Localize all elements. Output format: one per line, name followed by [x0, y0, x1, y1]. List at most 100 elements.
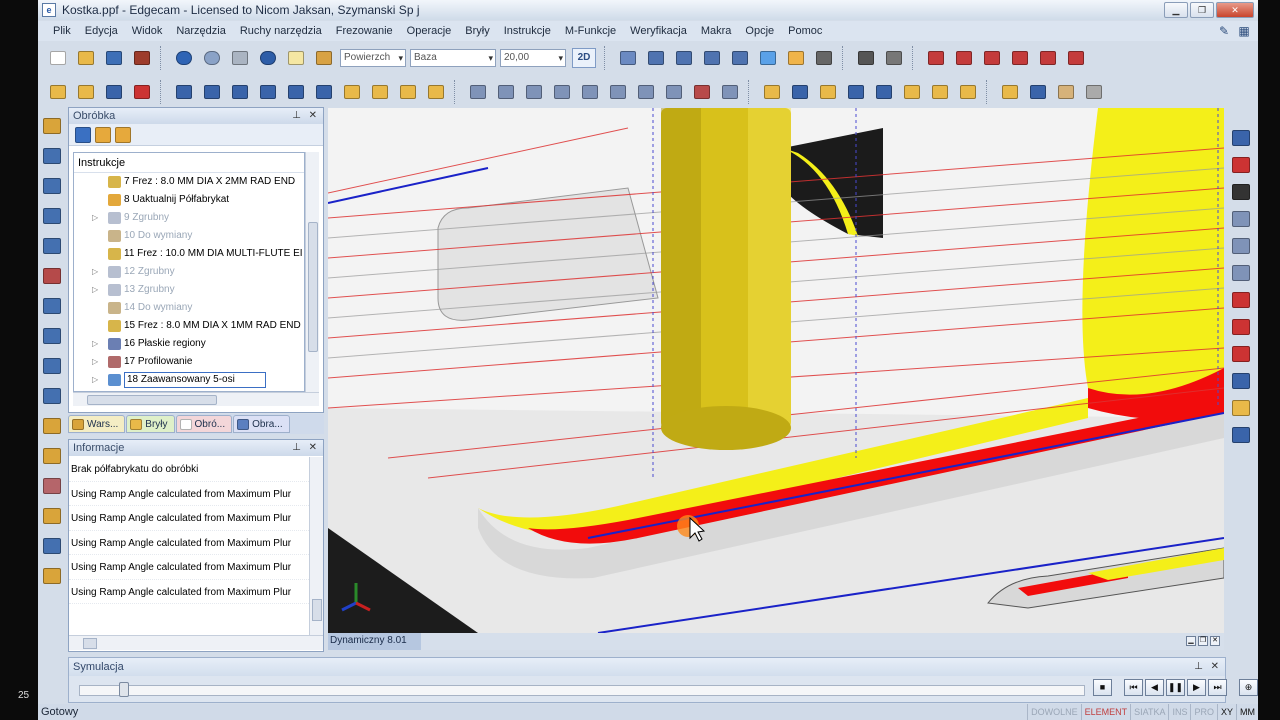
menu-weryfikacja[interactable]: Weryfikacja [623, 25, 694, 37]
menu-pomoc[interactable]: Pomoc [781, 25, 829, 37]
tree-row[interactable]: 11 Frez : 10.0 MM DIA MULTI-FLUTE EI [74, 245, 304, 263]
rotate-button[interactable] [229, 81, 251, 103]
simulation-slider[interactable] [79, 685, 1085, 696]
measure-button[interactable] [313, 47, 335, 69]
save-as-button[interactable] [131, 47, 153, 69]
grid-snap-button[interactable] [673, 47, 695, 69]
menu-edycja[interactable]: Edycja [78, 25, 125, 37]
tool-3-button[interactable] [1055, 81, 1077, 103]
close-button[interactable]: ✕ [1216, 2, 1254, 18]
value-combo[interactable]: 20,00 [500, 49, 566, 67]
vtool-16-button[interactable] [41, 568, 63, 590]
cycle-4-button[interactable] [845, 81, 867, 103]
tree-row[interactable]: 8 Uaktualnij Półfabrykat [74, 191, 304, 209]
menu-makra[interactable]: Makra [694, 25, 739, 37]
menu-m-funkcje[interactable]: M-Funkcje [558, 25, 623, 37]
pan-button[interactable] [701, 47, 723, 69]
expand-icon[interactable]: ▷ [92, 353, 98, 371]
rtool-4-button[interactable] [1230, 211, 1252, 233]
ucs-5-button[interactable] [1037, 47, 1059, 69]
step-forward-button[interactable]: ▶ [1187, 679, 1206, 696]
tree-row[interactable]: ▷ 16 Płaskie regiony [74, 335, 304, 353]
expand-icon[interactable]: ▷ [92, 335, 98, 353]
tree-vertical-scrollbar[interactable] [305, 152, 319, 392]
solid-feature-2-button[interactable] [369, 81, 391, 103]
cycle-5-button[interactable] [873, 81, 895, 103]
expand-icon[interactable]: ▷ [92, 371, 98, 389]
rtool-8-button[interactable] [1230, 319, 1252, 341]
view-close-button[interactable]: ✕ [1210, 636, 1220, 646]
close-icon[interactable]: ✕ [309, 108, 317, 124]
surface-3-button[interactable] [523, 81, 545, 103]
vtool-13-button[interactable] [41, 478, 63, 500]
tool-4-button[interactable] [1083, 81, 1105, 103]
tree-horizontal-scrollbar[interactable] [73, 392, 319, 406]
tool-button[interactable] [999, 81, 1021, 103]
cycle-8-button[interactable] [957, 81, 979, 103]
redo-button[interactable] [201, 47, 223, 69]
origin-button[interactable] [883, 47, 905, 69]
close-icon[interactable]: ✕ [309, 440, 317, 456]
rtool-5-button[interactable] [1230, 238, 1252, 260]
menu-ruchy-narzedzia[interactable]: Ruchy narzędzia [233, 25, 329, 37]
stop-button[interactable]: ■ [1093, 679, 1112, 696]
pin-icon[interactable]: ⊥ [1194, 658, 1203, 676]
undo-button[interactable] [173, 47, 195, 69]
delete-button[interactable] [229, 47, 251, 69]
solid-feature-button[interactable] [341, 81, 363, 103]
rtool-11-button[interactable] [1230, 400, 1252, 422]
vtool-6-button[interactable] [41, 268, 63, 290]
tree-row[interactable]: 7 Frez : 8.0 MM DIA X 2MM RAD END [74, 173, 304, 191]
info-button[interactable] [257, 47, 279, 69]
vtool-1-button[interactable] [41, 118, 63, 140]
info-horizontal-scrollbar[interactable] [69, 635, 323, 650]
tree-row[interactable]: ▷ 17 Profilowanie [74, 353, 304, 371]
view-2d-button[interactable]: 2D [572, 48, 596, 68]
shaded-view-button[interactable] [757, 47, 779, 69]
cycle-3-button[interactable] [817, 81, 839, 103]
refresh-icon[interactable] [75, 126, 91, 143]
menu-frezowanie[interactable]: Frezowanie [329, 25, 400, 37]
tree-row[interactable]: ▷ 13 Zgrubny [74, 281, 304, 299]
arc-button[interactable] [103, 81, 125, 103]
zoom-button[interactable] [729, 47, 751, 69]
tree-row[interactable]: ▷ 9 Zgrubny [74, 209, 304, 227]
mirror-button[interactable] [257, 81, 279, 103]
fast-forward-button[interactable]: ⏭ [1208, 679, 1227, 696]
solid-feature-4-button[interactable] [425, 81, 447, 103]
rewind-button[interactable]: ⏮ [1124, 679, 1143, 696]
close-icon[interactable]: ✕ [1211, 658, 1219, 676]
cycle-button[interactable] [761, 81, 783, 103]
surface-8-button[interactable] [663, 81, 685, 103]
tab-warstwy[interactable]: Wars... [68, 415, 126, 433]
menu-operacje[interactable]: Operacje [400, 25, 459, 37]
vtool-7-button[interactable] [41, 298, 63, 320]
menu-widok[interactable]: Widok [125, 25, 170, 37]
tree-row[interactable]: 10 Do wymiany [74, 227, 304, 245]
scale-button[interactable] [285, 81, 307, 103]
grid-icon[interactable]: ▦ [1236, 23, 1252, 39]
surface-5-button[interactable] [579, 81, 601, 103]
ucs-3-button[interactable] [981, 47, 1003, 69]
tree-row[interactable]: 15 Frez : 8.0 MM DIA X 1MM RAD END [74, 317, 304, 335]
select-button[interactable] [617, 47, 639, 69]
line-button[interactable] [75, 81, 97, 103]
vtool-14-button[interactable] [41, 508, 63, 530]
menu-opcje[interactable]: Opcje [738, 25, 781, 37]
menu-narzedzia[interactable]: Narzędzia [169, 25, 233, 37]
vtool-9-button[interactable] [41, 358, 63, 380]
solid-feature-3-button[interactable] [397, 81, 419, 103]
vtool-3-button[interactable] [41, 178, 63, 200]
cycle-7-button[interactable] [929, 81, 951, 103]
view-minimize-button[interactable]: ▁ [1186, 636, 1196, 646]
vtool-11-button[interactable] [41, 418, 63, 440]
menu-plik[interactable]: Plik [46, 25, 78, 37]
expand-icon[interactable]: ▷ [92, 281, 98, 299]
rtool-2-button[interactable] [1230, 157, 1252, 179]
ucs-button[interactable] [925, 47, 947, 69]
tree-row[interactable]: ▷ 12 Zgrubny [74, 263, 304, 281]
vtool-15-button[interactable] [41, 538, 63, 560]
tab-bryly[interactable]: Bryły [126, 415, 175, 433]
zoom-icon[interactable]: ⊕ [1239, 679, 1258, 696]
step-back-button[interactable]: ◀ [1145, 679, 1164, 696]
